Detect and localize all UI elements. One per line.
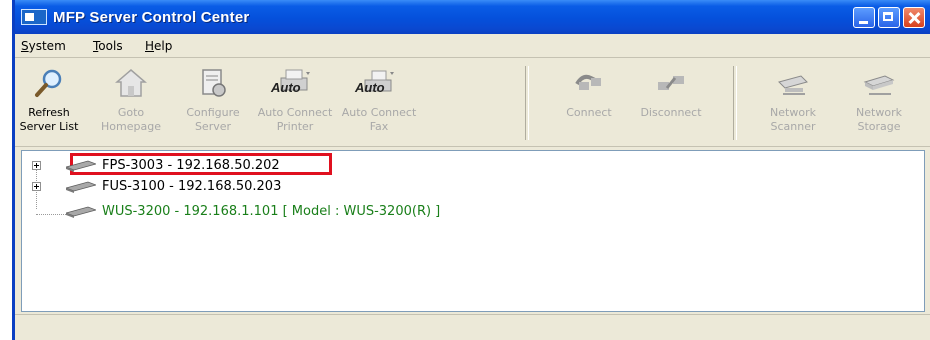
- expand-icon[interactable]: [32, 182, 41, 191]
- goto-homepage-button[interactable]: Goto Homepage: [89, 62, 173, 142]
- print-server-icon: [66, 160, 96, 172]
- refresh-label-2: Server List: [19, 120, 79, 133]
- network-scanner-button[interactable]: Network Scanner: [751, 62, 835, 142]
- print-server-icon: [66, 206, 96, 218]
- refresh-server-list-button[interactable]: Refresh Server List: [15, 62, 91, 142]
- server-tree: FPS-3003 - 192.168.50.202 FUS-3100 - 192…: [21, 150, 925, 312]
- goto-label-2: Homepage: [101, 120, 161, 133]
- auto-fax-label-2: Fax: [369, 120, 389, 133]
- auto-fax-label-1: Auto Connect: [341, 106, 417, 119]
- storage-icon: [863, 75, 895, 95]
- disconnect-icon: [658, 76, 684, 90]
- configure-label-1: Configure: [186, 106, 240, 119]
- close-button[interactable]: [903, 7, 925, 28]
- tree-node-fps-3003[interactable]: FPS-3003 - 192.168.50.202: [22, 153, 352, 177]
- app-window: MFP Server Control Center System Tools H…: [12, 0, 930, 340]
- toolbar: Refresh Server List Goto Homepage Configur…: [15, 58, 930, 147]
- tree-node-wus-3200[interactable]: WUS-3200 - 192.168.1.101 [ Model : WUS-3…: [22, 203, 542, 223]
- goto-label-1: Goto: [117, 106, 145, 119]
- scanner-label-1: Network: [770, 106, 816, 119]
- connect-button[interactable]: Connect: [547, 62, 631, 142]
- expand-icon[interactable]: [32, 161, 41, 170]
- magnifier-icon: [35, 69, 62, 97]
- title-bar[interactable]: MFP Server Control Center: [15, 0, 930, 34]
- configure-icon: [202, 69, 226, 97]
- storage-label-1: Network: [856, 106, 902, 119]
- toolbar-separator: [733, 66, 737, 140]
- minimize-button[interactable]: [853, 7, 875, 28]
- disconnect-button[interactable]: Disconnect: [629, 62, 713, 142]
- menu-system[interactable]: System: [21, 39, 66, 53]
- tree-node-label: WUS-3200 - 192.168.1.101 [ Model : WUS-3…: [102, 204, 441, 219]
- tree-node-label: FPS-3003 - 192.168.50.202: [102, 158, 280, 173]
- network-storage-button[interactable]: Network Storage: [837, 62, 921, 142]
- connect-label: Connect: [566, 106, 612, 119]
- storage-label-2: Storage: [857, 120, 901, 133]
- menu-bar: System Tools Help: [15, 35, 930, 58]
- tree-node-fus-3100[interactable]: FUS-3100 - 192.168.50.203: [22, 178, 352, 198]
- tree-node-label: FUS-3100 - 192.168.50.203: [102, 179, 282, 194]
- auto-printer-label-2: Printer: [276, 120, 314, 133]
- maximize-button[interactable]: [878, 7, 900, 28]
- auto-connect-printer-button[interactable]: Auto Auto Connect Printer: [253, 62, 337, 142]
- status-bar: [15, 314, 930, 340]
- refresh-label-1: Refresh: [28, 106, 70, 119]
- scanner-icon: [778, 75, 808, 95]
- toolbar-separator: [525, 66, 529, 140]
- app-icon: [21, 9, 47, 25]
- home-icon: [115, 69, 147, 97]
- configure-server-button[interactable]: Configure Server: [171, 62, 255, 142]
- menu-tools[interactable]: Tools: [93, 39, 123, 53]
- connect-icon: [575, 74, 601, 90]
- window-title: MFP Server Control Center: [53, 9, 250, 26]
- configure-label-2: Server: [194, 120, 232, 133]
- auto-connect-fax-button[interactable]: Auto Auto Connect Fax: [337, 62, 421, 142]
- auto-printer-label-1: Auto Connect: [257, 106, 333, 119]
- scanner-label-2: Scanner: [770, 120, 816, 133]
- menu-help[interactable]: Help: [145, 39, 172, 53]
- disconnect-label: Disconnect: [640, 106, 702, 119]
- auto-overlay-printer: Auto: [271, 80, 301, 95]
- auto-overlay-fax: Auto: [355, 80, 385, 95]
- print-server-icon: [66, 181, 96, 193]
